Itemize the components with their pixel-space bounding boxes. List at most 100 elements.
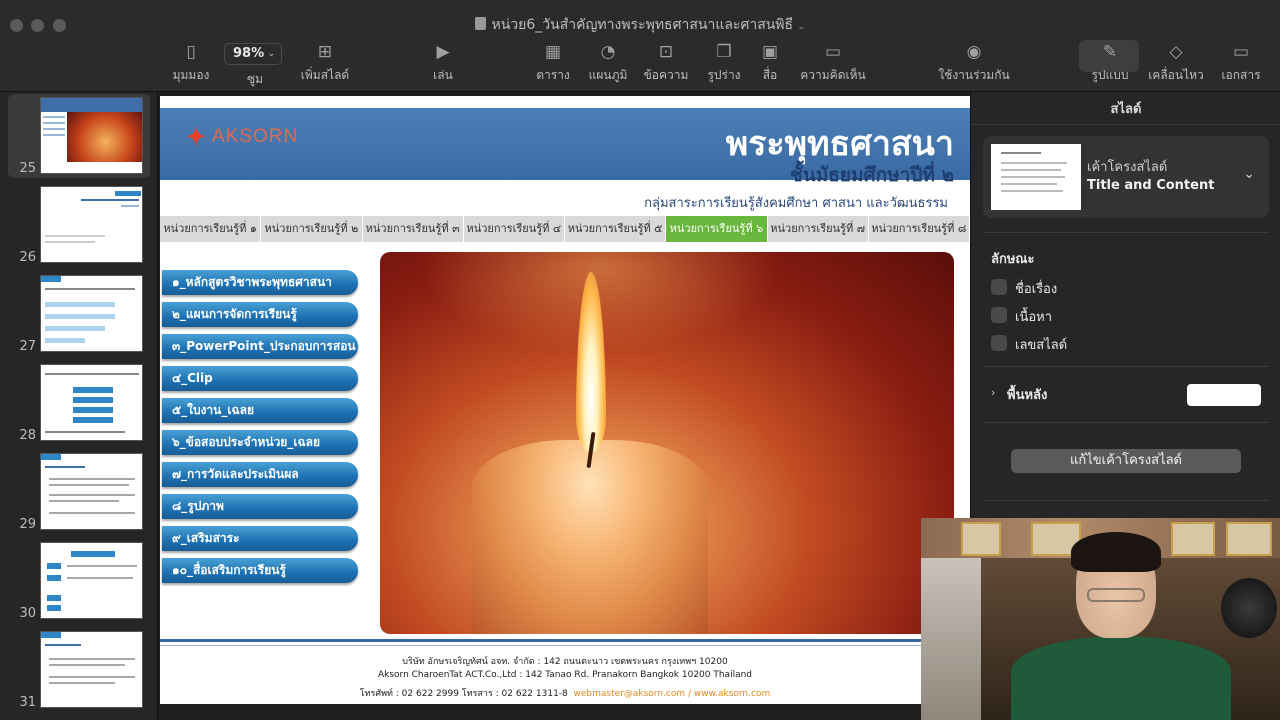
menu-item-learning-media[interactable]: ๑๐_สื่อเสริมการเรียนรู้ <box>162 558 358 583</box>
unit-tab-2[interactable]: หน่วยการเรียนรู้ที่ ๒ <box>261 216 363 242</box>
media-button[interactable]: ▣ สื่อ <box>757 42 783 85</box>
chevron-down-icon: ⌄ <box>267 49 275 59</box>
layout-name: Title and Content <box>1087 178 1215 193</box>
slide-thumbnail-26[interactable] <box>40 186 143 263</box>
slide-thumbnail-31[interactable] <box>40 631 143 708</box>
slide-subject: กลุ่มสาระการเรียนรู้สังคมศึกษา ศาสนา และ… <box>644 196 948 211</box>
chevron-down-icon: ⌄ <box>1243 166 1255 182</box>
slide-number: 30 <box>19 606 36 621</box>
footer-divider-thin <box>160 645 970 646</box>
webcam-video <box>921 518 1280 720</box>
shape-icon: ❐ <box>716 42 732 62</box>
shape-button[interactable]: ❐ รูปร่าง <box>705 42 743 85</box>
unit-tab-6[interactable]: หน่วยการเรียนรู้ที่ ๖ <box>666 216 768 242</box>
background-color-swatch[interactable] <box>1187 384 1261 406</box>
menu-item-worksheet[interactable]: ๕_ใบงาน_เฉลย <box>162 398 358 423</box>
menu-item-assessment[interactable]: ๗_การวัดและประเมินผล <box>162 462 358 487</box>
menu-item-curriculum[interactable]: ๑_หลักสูตรวิชาพระพุทธศาสนา <box>162 270 358 295</box>
footer-links[interactable]: webmaster@aksorn.com / www.aksorn.com <box>574 689 771 699</box>
chart-icon: ◔ <box>600 42 616 62</box>
zoom-label: ซูม <box>246 72 264 86</box>
menu-item-lesson-plan[interactable]: ๒_แผนการจัดการเรียนรู้ <box>162 302 358 327</box>
media-icon: ▣ <box>761 42 779 62</box>
table-icon: ▦ <box>544 42 562 62</box>
text-icon: ⊡ <box>658 42 674 62</box>
slide-thumbnail-27[interactable] <box>40 275 143 352</box>
candle-thumbnail <box>67 112 142 162</box>
slide-canvas[interactable]: ✦ AKSORN พระพุทธศาสนา ชั้นมัธยมศึกษาปีที… <box>159 92 970 720</box>
unit-tab-4[interactable]: หน่วยการเรียนรู้ที่ ๔ <box>464 216 565 242</box>
unit-tab-8[interactable]: หน่วยการเรียนรู้ที่ ๘ <box>869 216 970 242</box>
document-file-icon <box>474 17 486 30</box>
inspector-title[interactable]: สไลด์ <box>971 98 1280 119</box>
table-button[interactable]: ▦ ตาราง <box>533 42 573 85</box>
collaborate-icon: ◉ <box>966 42 982 62</box>
add-slide-icon: ⊞ <box>317 42 333 62</box>
person-shirt <box>1011 636 1231 720</box>
footer-address-en: Aksorn CharoenTat ACT.Co.,Ltd : 142 Tana… <box>377 670 753 680</box>
menu-item-powerpoint[interactable]: ๓_PowerPoint_ประกอบการสอน <box>162 334 358 359</box>
unit-tab-5[interactable]: หน่วยการเรียนรู้ที่ ๕ <box>565 216 667 242</box>
add-slide-button[interactable]: ⊞ เพิ่มสไลด์ <box>299 42 351 85</box>
chevron-right-icon[interactable]: › <box>991 386 995 399</box>
text-button[interactable]: ⊡ ข้อความ <box>643 42 689 85</box>
aksorn-logo-icon: ✦ <box>186 122 207 151</box>
zoom-select[interactable]: 98% ⌄ <box>224 43 282 65</box>
slide-number: 29 <box>19 517 36 532</box>
play-button[interactable]: ▶ เล่น <box>428 42 458 85</box>
collaborate-button[interactable]: ◉ ใช้งานร่วมกัน <box>938 42 1010 85</box>
slide-thumbnail-25[interactable] <box>40 97 143 174</box>
fan <box>1221 578 1277 638</box>
menu-item-unit-test[interactable]: ๖_ข้อสอบประจำหน่วย_เฉลย <box>162 430 358 455</box>
slide-thumbnail-29[interactable] <box>40 453 143 530</box>
slide-thumbnail-28[interactable] <box>40 364 143 441</box>
format-button[interactable]: ✎ รูปแบบ <box>1089 42 1131 85</box>
unit-tab-1[interactable]: หน่วยการเรียนรู้ที่ ๑ <box>160 216 262 242</box>
slide-navigator[interactable]: 25 26 27 28 29 30 31 <box>0 92 158 720</box>
format-brush-icon: ✎ <box>1102 42 1118 62</box>
document-button[interactable]: ▭ เอกสาร <box>1219 42 1263 85</box>
footer-address-th: บริษัท อักษรเจริญทัศน์ อจท. จำกัด : 142 … <box>402 657 728 667</box>
slide-number-checkbox[interactable] <box>991 335 1007 351</box>
layout-label: เค้าโครงสไลด์ <box>1087 160 1168 175</box>
animate-button[interactable]: ◇ เคลื่อนไหว <box>1147 42 1205 85</box>
animate-icon: ◇ <box>1169 42 1183 62</box>
sidebar-icon: ▯ <box>186 42 196 62</box>
slide-number: 25 <box>19 161 36 176</box>
unit-tab-3[interactable]: หน่วยการเรียนรู้ที่ ๓ <box>363 216 464 242</box>
footer-contact: โทรศัพท์ : 02 622 2999 โทรสาร : 02 622 1… <box>359 689 771 699</box>
unit-tab-7[interactable]: หน่วยการเรียนรู้ที่ ๗ <box>768 216 869 242</box>
chevron-down-icon: ⌄ <box>797 21 806 32</box>
menu-item-clip[interactable]: ๔_Clip <box>162 366 358 391</box>
background-label[interactable]: พื้นหลัง <box>1007 384 1047 405</box>
candle-photo <box>380 252 954 634</box>
comment-button[interactable]: ▭ ความคิดเห็น <box>799 42 867 85</box>
slide-number: 28 <box>19 428 36 443</box>
play-icon: ▶ <box>436 42 450 62</box>
slide-number: 26 <box>19 250 36 265</box>
slide-layout-picker[interactable]: เค้าโครงสไลด์ Title and Content ⌄ <box>983 136 1269 218</box>
slide-number: 31 <box>19 695 36 710</box>
keynote-window: หน่วย6_วันสำคัญทางพระพุทธศาสนาและศาสนพิธ… <box>0 0 1280 720</box>
layout-thumbnail <box>991 144 1081 210</box>
title-checkbox[interactable] <box>991 279 1007 295</box>
slide-subtitle: ชั้นมัธยมศึกษาปีที่ ๒ <box>789 164 954 186</box>
menu-item-extra-content[interactable]: ๙_เสริมสาระ <box>162 526 358 551</box>
view-button[interactable]: ▯ มุมมอง <box>171 42 211 85</box>
body-checkbox[interactable] <box>991 307 1007 323</box>
comment-icon: ▭ <box>824 42 842 62</box>
footer-divider <box>160 639 970 642</box>
document-icon: ▭ <box>1232 42 1250 62</box>
chart-button[interactable]: ◔ แผนภูมิ <box>586 42 630 85</box>
appearance-heading: ลักษณะ <box>991 252 1035 267</box>
window-title[interactable]: หน่วย6_วันสำคัญทางพระพุทธศาสนาและศาสนพิธ… <box>0 14 1280 36</box>
edit-slide-layout-button[interactable]: แก้ไขเค้าโครงสไลด์ <box>1011 449 1241 473</box>
slide-number: 27 <box>19 339 36 354</box>
slide-thumbnail-30[interactable] <box>40 542 143 619</box>
menu-item-pictures[interactable]: ๘_รูปภาพ <box>162 494 358 519</box>
unit-tabs: หน่วยการเรียนรู้ที่ ๑ หน่วยการเรียนรู้ที… <box>160 216 970 242</box>
candle-body <box>472 440 708 634</box>
toolbar: หน่วย6_วันสำคัญทางพระพุทธศาสนาและศาสนพิธ… <box>0 0 1280 92</box>
aksorn-logo: AKSORN <box>212 126 299 147</box>
current-slide[interactable]: ✦ AKSORN พระพุทธศาสนา ชั้นมัธยมศึกษาปีที… <box>160 96 970 704</box>
